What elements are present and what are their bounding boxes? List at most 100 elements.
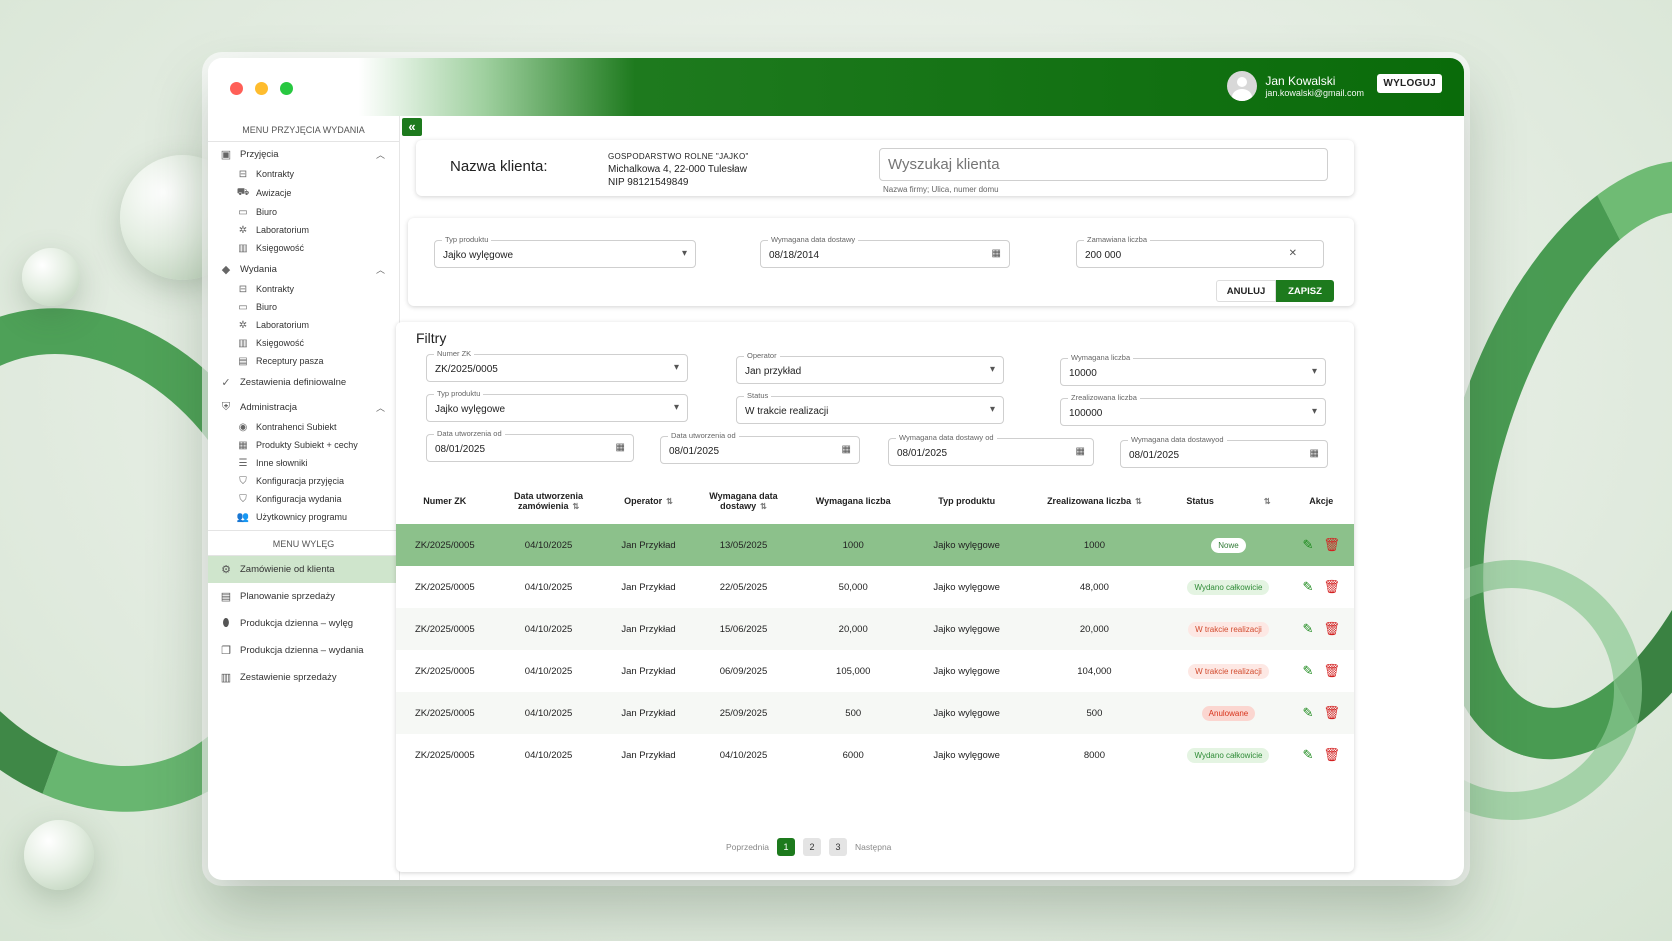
sidebar-item-ksiegowosc[interactable]: ▥ Księgowość: [208, 239, 399, 257]
sidebar-item-kontrahenci[interactable]: ◉ Kontrahenci Subiekt: [208, 418, 399, 436]
sidebar-group-administracja[interactable]: ⛨ Administracja ︿: [208, 395, 399, 418]
trash-icon[interactable]: 🗑: [1323, 705, 1340, 720]
cancel-button[interactable]: ANULUJ: [1216, 280, 1276, 302]
sidebar-item-produkty[interactable]: ▦ Produkty Subiekt + cechy: [208, 436, 399, 454]
sidebar-item-zestawienia[interactable]: ✓ Zestawienia definiowalne: [208, 370, 399, 395]
clear-icon[interactable]: ✕: [1289, 248, 1297, 259]
save-button[interactable]: ZAPISZ: [1276, 280, 1334, 302]
trash-icon[interactable]: 🗑: [1323, 621, 1340, 636]
client-search-input[interactable]: [879, 148, 1328, 181]
maximize-window-button[interactable]: [280, 82, 293, 95]
page-button-1[interactable]: 1: [777, 838, 796, 856]
edit-icon[interactable]: ✎: [1303, 579, 1314, 594]
sort-icon[interactable]: ⇅: [572, 502, 579, 511]
delivery-date-field[interactable]: Wymagana data dostawy 08/18/2014 ▦: [760, 235, 1010, 268]
table-row[interactable]: ZK/2025/0005 04/10/2025 Jan Przykład 06/09/…: [396, 650, 1354, 692]
calendar-icon[interactable]: ▦: [842, 444, 851, 455]
sidebar-item-produkcja-wydania[interactable]: ❐ Produkcja dzienna – wydania: [208, 637, 399, 664]
table-row[interactable]: ZK/2025/0005 04/10/2025 Jan Przykład 25/09/…: [396, 692, 1354, 734]
column-header-data-utworzenia[interactable]: Data utworzenia zamówienia ⇅: [494, 478, 604, 524]
column-header-typ-produktu[interactable]: Typ produktu: [913, 478, 1020, 524]
chevron-up-icon[interactable]: ︿: [376, 401, 385, 414]
cell-numer-zk: ZK/2025/0005: [414, 665, 475, 677]
edit-icon[interactable]: ✎: [1303, 621, 1314, 636]
book-icon: ▥: [238, 337, 248, 349]
sidebar-item-konfiguracja-przyjecia[interactable]: ⛉ Konfiguracja przyjęcia: [208, 472, 399, 490]
minimize-window-button[interactable]: [255, 82, 268, 95]
sidebar-item-laboratorium[interactable]: ✲ Laboratorium: [208, 221, 399, 239]
trash-icon[interactable]: 🗑: [1323, 747, 1340, 762]
column-header-wymagana-liczba[interactable]: Wymagana liczba: [793, 478, 912, 524]
page-button-3[interactable]: 3: [829, 838, 848, 856]
sidebar-item-ksiegowosc[interactable]: ▥ Księgowość: [208, 334, 399, 352]
filter-operator[interactable]: Operator Jan przykład ▾: [736, 351, 1004, 384]
edit-icon[interactable]: ✎: [1303, 663, 1314, 678]
chevron-up-icon[interactable]: ︿: [376, 263, 385, 276]
chevron-up-icon[interactable]: ︿: [376, 148, 385, 161]
trash-icon[interactable]: 🗑: [1323, 579, 1340, 594]
sidebar-item-planowanie[interactable]: ▤ Planowanie sprzedaży: [208, 583, 399, 610]
edit-icon[interactable]: ✎: [1303, 705, 1314, 720]
trash-icon[interactable]: 🗑: [1323, 537, 1340, 552]
sidebar-group-wydania[interactable]: ◆ Wydania ︿: [208, 257, 399, 280]
next-page-button[interactable]: Następna: [855, 842, 891, 852]
sidebar-item-biuro[interactable]: ▭ Biuro: [208, 298, 399, 316]
filter-status[interactable]: Status W trakcie realizacji ▾: [736, 391, 1004, 424]
caret-down-icon: ▾: [673, 402, 679, 413]
cell-status: Anulowane: [1168, 692, 1289, 734]
calendar-icon[interactable]: ▦: [616, 442, 625, 453]
column-header-wymagana-data[interactable]: Wymagana data dostawy ⇅: [693, 478, 793, 524]
filter-typ-produktu[interactable]: Typ produktu Jajko wylęgowe ▾: [426, 389, 688, 422]
column-header-status[interactable]: Status ⇅: [1168, 478, 1288, 524]
sidebar-item-produkcja-wyleg[interactable]: ⬮ Produkcja dzienna – wylęg: [208, 610, 399, 637]
calendar-icon[interactable]: ▦: [1076, 446, 1085, 457]
product-type-select[interactable]: Typ produktu Jajko wylęgowe ▾: [434, 235, 696, 268]
sidebar-item-kontrakty[interactable]: ⊟ Kontrakty: [208, 165, 399, 183]
sidebar-item-konfiguracja-wydania[interactable]: ⛉ Konfiguracja wydania: [208, 490, 399, 508]
calendar-icon[interactable]: ▦: [1310, 448, 1319, 459]
sidebar-item-zamowienie[interactable]: ⚙ Zamówienie od klienta: [208, 556, 399, 583]
filter-wymagana-data-do[interactable]: Wymagana data dostawyod 08/01/2025 ▦: [1120, 435, 1328, 468]
cell-operator: Jan Przykład: [621, 581, 676, 593]
sidebar-item-laboratorium[interactable]: ✲ Laboratorium: [208, 316, 399, 334]
column-header-numer-zk[interactable]: Numer ZK: [396, 478, 494, 524]
logout-button[interactable]: WYLOGUJ: [1377, 74, 1442, 93]
sidebar-item-biuro[interactable]: ▭ Biuro: [208, 203, 399, 221]
avatar[interactable]: [1227, 71, 1258, 101]
sidebar-item-slowniki[interactable]: ☰ Inne słowniki: [208, 454, 399, 472]
table-row[interactable]: ZK/2025/0005 04/10/2025 Jan Przykład 04/10/…: [396, 734, 1354, 776]
sidebar-item-zestawienie-sprzedazy[interactable]: ▥ Zestawienie sprzedaży: [208, 664, 399, 691]
edit-icon[interactable]: ✎: [1303, 747, 1314, 762]
trash-icon[interactable]: 🗑: [1323, 663, 1340, 678]
prev-page-button[interactable]: Poprzednia: [726, 842, 769, 852]
sidebar-item-awizacje[interactable]: ⛟ Awizacje: [208, 183, 399, 203]
sidebar-item-kontrakty[interactable]: ⊟ Kontrakty: [208, 280, 399, 298]
sort-icon[interactable]: ⇅: [1264, 497, 1271, 506]
sort-icon[interactable]: ⇅: [760, 502, 767, 511]
filter-numer-zk[interactable]: Numer ZK ZK/2025/0005 ▾: [426, 349, 688, 382]
sort-icon[interactable]: ⇅: [1135, 497, 1142, 506]
cell-typ-produktu: Jajko wylęgowe: [933, 749, 1000, 761]
filter-date-utworzenia-od-2[interactable]: Data utworzenia od 08/01/2025 ▦: [660, 431, 860, 464]
close-window-button[interactable]: [230, 82, 243, 95]
table-row[interactable]: ZK/2025/0005 04/10/2025 Jan Przykład 15/06/…: [396, 608, 1354, 650]
sidebar-item-uzytkownicy[interactable]: 👥 Użytkownicy programu: [208, 508, 399, 526]
filter-date-utworzenia-od-1[interactable]: Data utworzenia od 08/01/2025 ▦: [426, 429, 634, 462]
table-row[interactable]: ZK/2025/0005 04/10/2025 Jan Przykład 22/05/…: [396, 566, 1354, 608]
user-email: jan.kowalski@gmail.com: [1265, 88, 1364, 98]
filter-wymagana-data-od[interactable]: Wymagana data dostawy od 08/01/2025 ▦: [888, 433, 1094, 466]
sidebar-item-receptury-pasza[interactable]: ▤ Receptury pasza: [208, 352, 399, 370]
filter-zrealizowana-liczba[interactable]: Zrealizowana liczba 100000 ▾: [1060, 393, 1326, 426]
sidebar-group-przyjecia[interactable]: ▣ Przyjęcia ︿: [208, 142, 399, 165]
edit-icon[interactable]: ✎: [1303, 537, 1314, 552]
column-header-operator[interactable]: Operator ⇅: [604, 478, 694, 524]
column-header-zrealizowana-liczba[interactable]: Zrealizowana liczba ⇅: [1020, 478, 1168, 524]
filter-wymagana-liczba[interactable]: Wymagana liczba 10000 ▾: [1060, 353, 1326, 386]
status-badge: Nowe: [1211, 537, 1246, 553]
cell-status: W trakcie realizacji: [1168, 608, 1289, 650]
page-button-2[interactable]: 2: [803, 838, 822, 856]
table-row[interactable]: ZK/2025/0005 04/10/2025 Jan Przykład 13/05/…: [396, 524, 1354, 566]
quantity-field[interactable]: Zamawiana liczba 200 000 ✕: [1076, 235, 1324, 268]
calendar-icon[interactable]: ▦: [992, 248, 1001, 259]
sort-icon[interactable]: ⇅: [666, 497, 673, 506]
